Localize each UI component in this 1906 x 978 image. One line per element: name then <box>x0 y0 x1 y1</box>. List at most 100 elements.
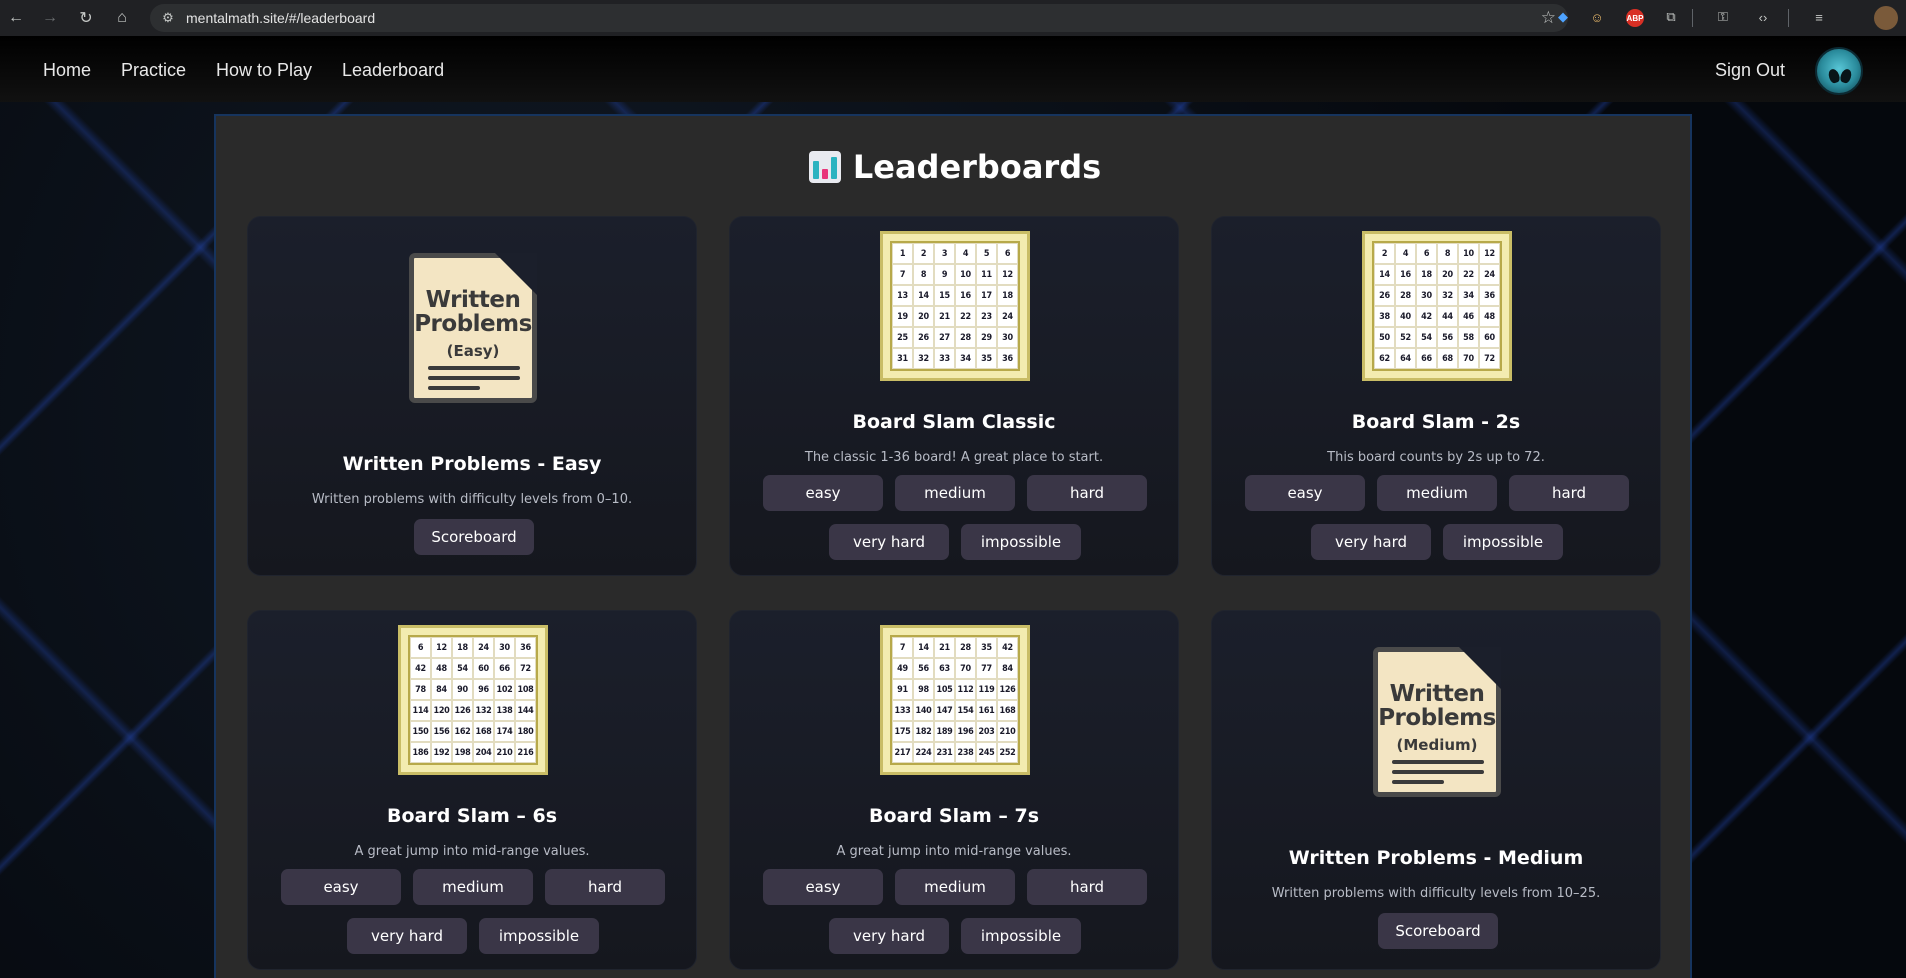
home-icon[interactable]: ⌂ <box>108 4 136 32</box>
level-hard-button[interactable]: hard <box>545 869 665 905</box>
board-cell: 25 <box>892 327 913 348</box>
board-cell: 50 <box>1374 327 1395 348</box>
user-avatar[interactable] <box>1815 47 1863 95</box>
board-cell: 72 <box>515 658 536 679</box>
board-cell: 217 <box>892 742 913 763</box>
board-cell: 12 <box>1479 243 1500 264</box>
board-cell: 12 <box>431 637 452 658</box>
level-easy-button[interactable]: easy <box>281 869 401 905</box>
sign-out-link[interactable]: Sign Out <box>1715 60 1785 81</box>
card-description: The classic 1-36 board! A great place to… <box>804 450 1104 465</box>
board-cell: 23 <box>976 306 997 327</box>
board-cell: 126 <box>997 679 1018 700</box>
level-very-hard-button[interactable]: very hard <box>347 918 467 954</box>
card-title: Board Slam – 7s <box>868 805 1040 827</box>
board-cell: 120 <box>431 700 452 721</box>
page-title: Leaderboards <box>216 148 1694 186</box>
gem-extension-icon[interactable]: ◆ <box>1552 6 1574 28</box>
board-cell: 24 <box>997 306 1018 327</box>
card-title: Board Slam Classic <box>852 411 1056 433</box>
password-key-icon[interactable]: ⚿ <box>1712 6 1734 28</box>
board-cell: 49 <box>892 658 913 679</box>
address-bar[interactable]: ⚙ mentalmath.site/#/leaderboard ☆ <box>150 4 1568 32</box>
nav-leaderboard-link[interactable]: Leaderboard <box>342 60 444 81</box>
board-cell: 21 <box>934 637 955 658</box>
board-cell: 161 <box>976 700 997 721</box>
board-cell: 70 <box>955 658 976 679</box>
board-cell: 10 <box>955 264 976 285</box>
level-impossible-button[interactable]: impossible <box>1443 524 1563 560</box>
nav-home-link[interactable]: Home <box>43 60 91 81</box>
board-cell: 252 <box>997 742 1018 763</box>
board-slam-grid-image: 1 2 3 4 5 6 7 8 9 10 11 12 13 14 15 16 17 18 19 20 21 22 23 24 2… <box>880 231 1030 381</box>
devtools-code-icon[interactable]: ‹› <box>1752 6 1774 28</box>
face-extension-icon[interactable]: ☺ <box>1586 6 1608 28</box>
board-cell: 34 <box>955 348 976 369</box>
site-info-icon[interactable]: ⚙ <box>154 4 182 32</box>
level-medium-button[interactable]: medium <box>895 869 1015 905</box>
leaderboard-card-board-slam-6s: 6 12 18 24 30 36 42 48 54 60 66 72 78 84 90 96 102 108 114… <box>247 610 697 970</box>
nav-how-to-play-link[interactable]: How to Play <box>216 60 312 81</box>
board-cell: 35 <box>976 348 997 369</box>
url-text[interactable]: mentalmath.site/#/leaderboard <box>186 10 375 26</box>
scoreboard-button[interactable]: Scoreboard <box>414 519 534 555</box>
level-easy-button[interactable]: easy <box>763 475 883 511</box>
board-cell: 15 <box>934 285 955 306</box>
level-medium-button[interactable]: medium <box>895 475 1015 511</box>
level-hard-button[interactable]: hard <box>1027 475 1147 511</box>
level-very-hard-button[interactable]: very hard <box>829 918 949 954</box>
card-title: Board Slam - 2s <box>1351 411 1521 433</box>
leaderboard-card-board-slam-2s: 2 4 6 8 10 12 14 16 18 20 22 24 26 28 30 32 34 36 38 40 42 44… <box>1211 216 1661 576</box>
level-impossible-button[interactable]: impossible <box>479 918 599 954</box>
level-easy-button[interactable]: easy <box>763 869 883 905</box>
reading-list-icon[interactable]: ≡ <box>1808 6 1830 28</box>
board-cell: 108 <box>515 679 536 700</box>
board-cell: 38 <box>1374 306 1395 327</box>
level-very-hard-button[interactable]: very hard <box>829 524 949 560</box>
level-very-hard-button[interactable]: very hard <box>1311 524 1431 560</box>
board-cell: 70 <box>1458 348 1479 369</box>
adblock-extension-icon[interactable]: ABP <box>1626 9 1644 27</box>
card-description: This board counts by 2s up to 72. <box>1327 450 1545 465</box>
board-cell: 18 <box>997 285 1018 306</box>
forward-icon[interactable]: → <box>36 4 64 32</box>
board-cell: 63 <box>934 658 955 679</box>
board-cell: 44 <box>1437 306 1458 327</box>
card-title: Board Slam – 6s <box>386 805 558 827</box>
board-cell: 186 <box>410 742 431 763</box>
board-cell: 210 <box>494 742 515 763</box>
board-cell: 189 <box>934 721 955 742</box>
board-cell: 84 <box>431 679 452 700</box>
level-medium-button[interactable]: medium <box>413 869 533 905</box>
board-cell: 72 <box>1479 348 1500 369</box>
reload-icon[interactable]: ↻ <box>72 4 100 32</box>
board-cell: 56 <box>1437 327 1458 348</box>
board-cell: 7 <box>892 264 913 285</box>
nav-practice-link[interactable]: Practice <box>121 60 186 81</box>
board-cell: 54 <box>1416 327 1437 348</box>
board-cell: 2 <box>1374 243 1395 264</box>
scoreboard-button[interactable]: Scoreboard <box>1378 913 1498 949</box>
level-medium-button[interactable]: medium <box>1377 475 1497 511</box>
browser-profile-avatar[interactable] <box>1874 6 1898 30</box>
level-impossible-button[interactable]: impossible <box>961 524 1081 560</box>
level-impossible-button[interactable]: impossible <box>961 918 1081 954</box>
board-cell: 16 <box>955 285 976 306</box>
board-cell: 56 <box>913 658 934 679</box>
back-icon[interactable]: ← <box>2 4 30 32</box>
board-cell: 20 <box>1437 264 1458 285</box>
extensions-puzzle-icon[interactable]: ⧉ <box>1660 6 1682 28</box>
site-navbar: Home Practice How to Play Leaderboard Si… <box>0 36 1906 102</box>
board-cell: 154 <box>955 700 976 721</box>
board-cell: 8 <box>913 264 934 285</box>
card-title: Written Problems - Easy <box>342 453 602 475</box>
board-cell: 175 <box>892 721 913 742</box>
level-hard-button[interactable]: hard <box>1027 869 1147 905</box>
board-cell: 138 <box>494 700 515 721</box>
board-cell: 42 <box>1416 306 1437 327</box>
board-cell: 66 <box>494 658 515 679</box>
level-hard-button[interactable]: hard <box>1509 475 1629 511</box>
board-cell: 28 <box>1395 285 1416 306</box>
board-cell: 4 <box>1395 243 1416 264</box>
level-easy-button[interactable]: easy <box>1245 475 1365 511</box>
